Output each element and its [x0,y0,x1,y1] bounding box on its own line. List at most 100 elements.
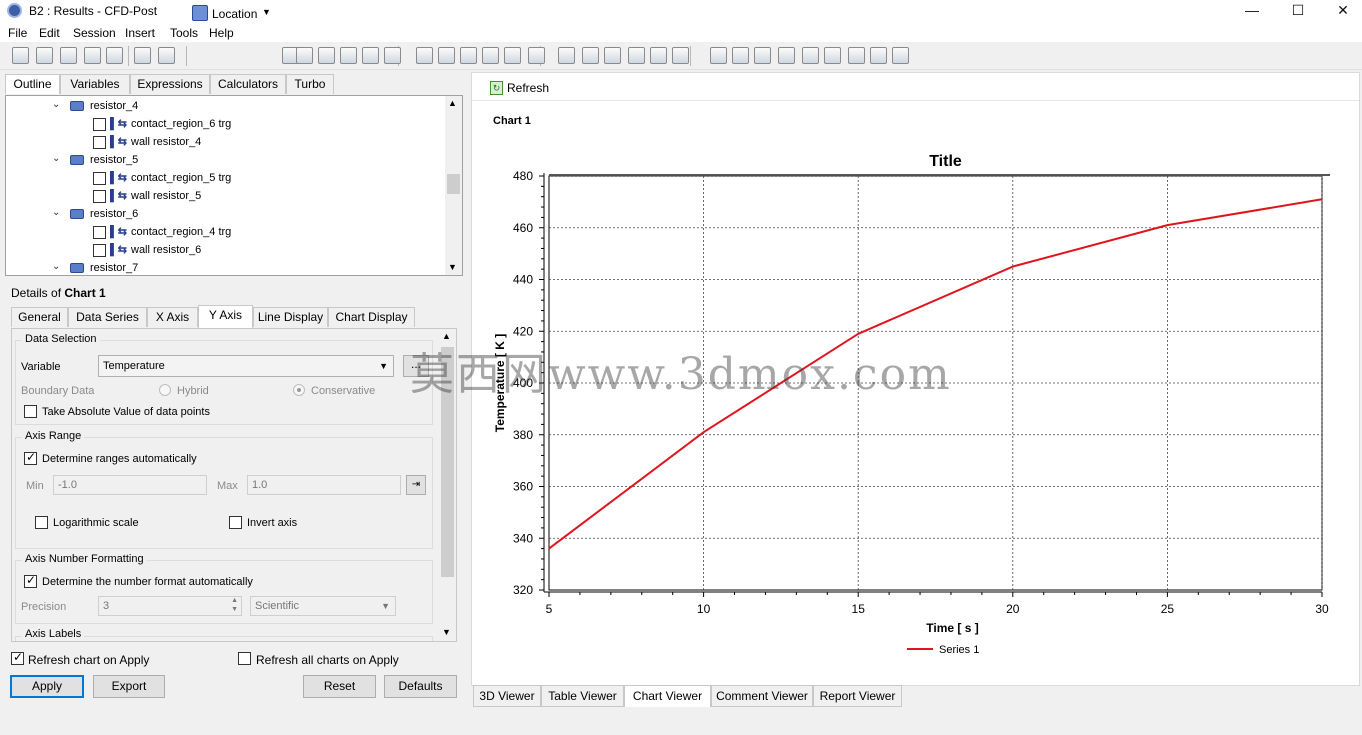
save-icon[interactable] [60,47,77,64]
chevron-down-icon[interactable]: ⌄ [52,207,62,218]
tab-y-axis[interactable]: Y Axis [198,305,253,328]
particle-icon[interactable] [340,47,357,64]
auto-format-checkbox[interactable] [24,573,37,588]
tree-row[interactable]: ⌄ resistor_6 [6,205,446,223]
tab-general[interactable]: General [11,307,68,327]
scroll-down-icon[interactable]: ▼ [442,627,451,637]
colormap-icon[interactable] [528,47,545,64]
tree-row[interactable]: ▌⇆ wall resistor_6 [6,241,446,259]
variable-select[interactable]: Temperature ▼ [98,355,394,377]
text-icon[interactable] [650,47,667,64]
tab-comment-viewer[interactable]: Comment Viewer [711,685,813,707]
visibility-checkbox[interactable] [93,118,106,131]
tab-variables[interactable]: Variables [60,74,130,94]
visibility-checkbox[interactable] [93,190,106,203]
volume-icon[interactable] [362,47,379,64]
chevron-down-icon[interactable]: ⌄ [52,99,62,110]
defaults-button[interactable]: Defaults [384,675,457,698]
tree-row[interactable]: ▌⇆ wall resistor_5 [6,187,446,205]
range-set-icon[interactable]: ⇥ [406,475,426,495]
polyline-icon[interactable] [482,47,499,64]
format-select[interactable]: Scientific ▼ [250,596,396,616]
invert-axis-checkbox[interactable] [229,516,242,529]
export-button[interactable]: Export [93,675,165,698]
log-scale-checkbox[interactable] [35,516,48,529]
legend-icon[interactable] [672,47,689,64]
mesh-icon[interactable] [824,47,841,64]
tab-line-display[interactable]: Line Display [253,307,328,327]
chevron-down-icon[interactable]: ⌄ [52,261,62,272]
case-icon[interactable] [870,47,887,64]
tab-chart-viewer[interactable]: Chart Viewer [624,685,711,707]
variable-icon[interactable] [582,47,599,64]
reset-button[interactable]: Reset [303,675,376,698]
outline-tree[interactable]: ⌄ resistor_4 ▌⇆ contact_region_6 trg ▌⇆ wall … [5,95,463,276]
function-icon[interactable] [802,47,819,64]
tab-turbo[interactable]: Turbo [286,74,334,94]
menu-insert[interactable]: Insert [125,26,155,40]
refresh-button[interactable]: Refresh [507,81,549,95]
tab-outline[interactable]: Outline [5,74,60,94]
line-icon[interactable] [438,47,455,64]
tree-row[interactable]: ⌄ resistor_7 [6,259,446,277]
visibility-checkbox[interactable] [93,226,106,239]
apply-button[interactable]: Apply [10,675,84,698]
tree-row[interactable]: ▌⇆ wall resistor_4 [6,133,446,151]
new-icon[interactable] [12,47,29,64]
scroll-up-icon[interactable]: ▲ [448,98,457,108]
minimize-button[interactable]: — [1229,0,1275,22]
reload-icon[interactable] [84,47,101,64]
precision-spinbox[interactable]: 3 ▲ ▼ [98,596,242,616]
tab-chart-display[interactable]: Chart Display [328,307,415,327]
auto-range-checkbox[interactable] [24,450,37,465]
min-input[interactable]: -1.0 [53,475,207,495]
menu-tools[interactable]: Tools [170,26,198,40]
tree-row[interactable]: ▌⇆ contact_region_6 trg [6,115,446,133]
command-icon[interactable] [892,47,909,64]
isosurface-icon[interactable] [384,47,401,64]
maximize-button[interactable]: ☐ [1275,0,1321,22]
screenshot-icon[interactable] [106,47,123,64]
tab-table-viewer[interactable]: Table Viewer [541,685,624,707]
tab-expressions[interactable]: Expressions [130,74,210,94]
location-dropdown[interactable]: Location ▼ [190,4,274,24]
tab-report-viewer[interactable]: Report Viewer [813,685,902,707]
close-button[interactable]: ✕ [1320,0,1362,22]
surface-icon[interactable] [504,47,521,64]
tree-scroll-thumb[interactable] [447,174,460,194]
visibility-checkbox[interactable] [93,244,106,257]
menu-file[interactable]: File [8,26,27,40]
tree-row[interactable]: ⌄ resistor_5 [6,151,446,169]
open-icon[interactable] [36,47,53,64]
expression-icon[interactable] [558,47,575,64]
streamline-icon[interactable] [318,47,335,64]
refresh-all-checkbox[interactable] [238,652,251,665]
visibility-checkbox[interactable] [93,136,106,149]
tree-row[interactable]: ⌄ resistor_4 [6,97,446,115]
quickeditor-icon[interactable] [754,47,771,64]
tab-x-axis[interactable]: X Axis [147,307,198,327]
spin-arrows-icon[interactable]: ▲ ▼ [231,596,238,614]
hybrid-radio[interactable] [159,384,171,396]
tree-row[interactable]: ▌⇆ contact_region_4 trg [6,223,446,241]
tree-row[interactable]: ▌⇆ contact_region_5 trg [6,169,446,187]
tab-3d-viewer[interactable]: 3D Viewer [473,685,541,707]
refresh-chart-checkbox[interactable] [11,650,24,665]
menu-session[interactable]: Session [73,26,116,40]
table-icon[interactable] [604,47,621,64]
scroll-down-icon[interactable]: ▼ [448,262,457,272]
chart-icon[interactable] [628,47,645,64]
macro-icon[interactable] [848,47,865,64]
absolute-value-checkbox[interactable] [24,405,37,418]
visibility-checkbox[interactable] [93,172,106,185]
redo-icon[interactable] [158,47,175,64]
plane-icon[interactable] [416,47,433,64]
probe-icon[interactable] [778,47,795,64]
chevron-down-icon[interactable]: ⌄ [52,153,62,164]
menu-help[interactable]: Help [209,26,234,40]
undo-icon[interactable] [134,47,151,64]
timestep-icon[interactable] [710,47,727,64]
animation-icon[interactable] [732,47,749,64]
contour-icon[interactable] [296,47,313,64]
conservative-radio[interactable] [293,384,305,396]
